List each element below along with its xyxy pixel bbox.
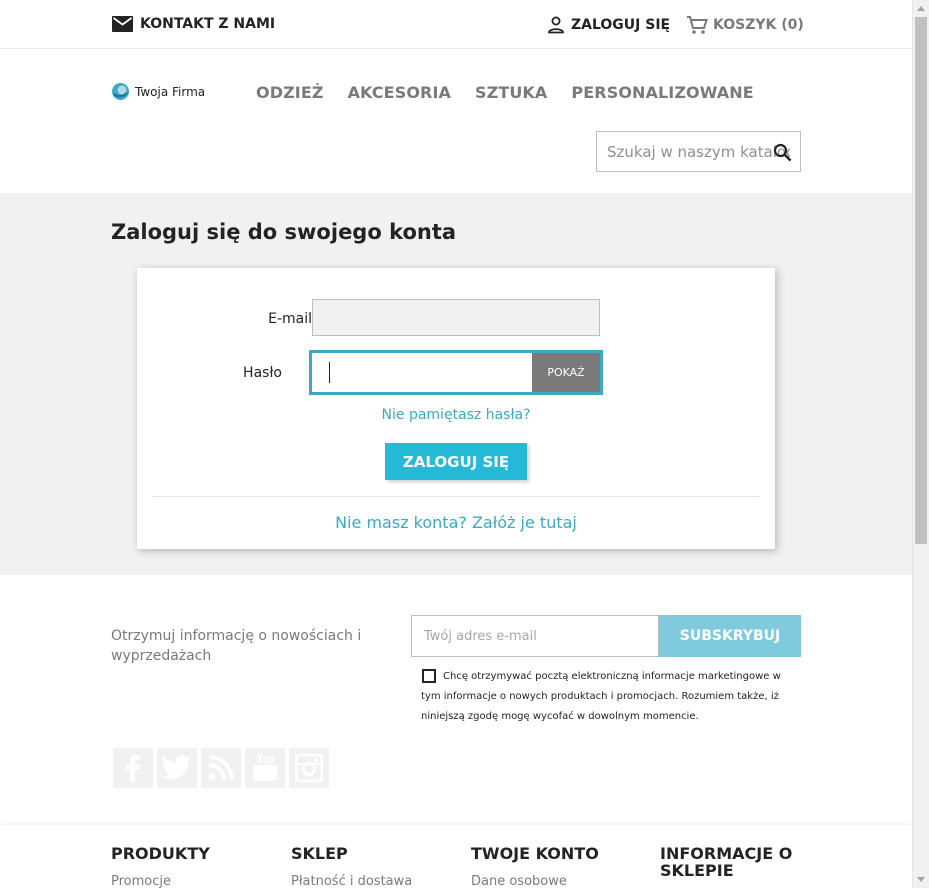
cart-link[interactable]: KOSZYK (0) <box>686 15 804 35</box>
footer-heading-products: PRODUKTY <box>111 844 210 863</box>
scroll-up-arrow-icon[interactable] <box>917 6 925 11</box>
footer: PRODUKTY Promocje SKLEP Płatność i dosta… <box>0 825 912 888</box>
password-field[interactable] <box>312 353 532 392</box>
logo-icon <box>112 83 129 100</box>
footer-column-account: TWOJE KONTO Dane osobowe <box>471 845 599 888</box>
social-links <box>113 748 333 788</box>
footer-heading-account: TWOJE KONTO <box>471 844 599 863</box>
cart-icon <box>687 16 708 34</box>
footer-link-personal-data[interactable]: Dane osobowe <box>471 874 599 888</box>
page-title: Zaloguj się do swojego konta <box>111 220 457 244</box>
nav-item-odziez[interactable]: ODZIEŻ <box>256 83 324 102</box>
mail-icon <box>112 16 133 32</box>
password-label: Hasło <box>243 365 282 381</box>
contact-label: KONTAKT Z NAMI <box>140 16 276 32</box>
show-password-button[interactable]: POKAŻ <box>532 353 600 392</box>
twitter-icon[interactable] <box>157 748 197 788</box>
nav-item-akcesoria[interactable]: AKCESORIA <box>348 83 451 102</box>
form-divider <box>153 496 759 497</box>
instagram-icon[interactable] <box>289 748 329 788</box>
user-icon <box>548 16 564 34</box>
login-link-label: ZALOGUJ SIĘ <box>571 17 671 33</box>
nav-item-personalizowane[interactable]: PERSONALIZOWANE <box>571 83 753 102</box>
login-submit-button[interactable]: ZALOGUJ SIĘ <box>385 443 527 480</box>
footer-link-promocje[interactable]: Promocje <box>111 874 210 888</box>
footer-heading-shop: SKLEP <box>291 844 348 863</box>
cart-label: KOSZYK (0) <box>713 17 804 33</box>
password-field-group: POKAŻ <box>309 350 603 395</box>
login-link[interactable]: ZALOGUJ SIĘ <box>546 15 670 35</box>
footer-link-payment[interactable]: Płatność i dostawa <box>291 874 412 888</box>
scroll-thumb[interactable] <box>915 17 927 544</box>
top-bar: KONTAKT Z NAMI ZALOGUJ SIĘ KOSZYK (0) <box>0 0 912 49</box>
forgot-password-link[interactable]: Nie pamiętasz hasła? <box>137 407 775 423</box>
main-content: Zaloguj się do swojego konta E-mail Hasł… <box>0 193 912 575</box>
newsletter-email-input[interactable] <box>412 616 658 656</box>
footer-heading-store-info: INFORMACJE O SKLEPIE <box>660 844 793 880</box>
newsletter-text: Otrzymuj informację o nowościach i wyprz… <box>111 628 362 664</box>
search-input[interactable] <box>597 132 800 171</box>
subscribe-button[interactable]: SUBSKRYBUJ <box>659 615 801 657</box>
search-box <box>596 131 801 172</box>
text-caret <box>329 362 330 383</box>
logo[interactable]: Twoja Firma <box>111 82 205 101</box>
main-nav: ODZIEŻ AKCESORIA SZTUKA PERSONALIZOWANE <box>256 83 778 102</box>
footer-column-products: PRODUKTY Promocje <box>111 845 210 888</box>
register-link[interactable]: Nie masz konta? Załóż je tutaj <box>137 513 775 532</box>
consent-text: Chcę otrzymywać pocztą elektroniczną inf… <box>421 671 781 722</box>
nav-item-sztuka[interactable]: SZTUKA <box>475 83 547 102</box>
header: Twoja Firma ODZIEŻ AKCESORIA SZTUKA PERS… <box>0 49 912 193</box>
contact-link[interactable]: KONTAKT Z NAMI <box>112 16 275 32</box>
logo-text: Twoja Firma <box>135 84 206 99</box>
newsletter-email-box <box>411 615 659 657</box>
rss-icon[interactable] <box>201 748 241 788</box>
email-field[interactable] <box>312 299 600 336</box>
login-form: E-mail Hasło POKAŻ Nie pamiętasz hasła? … <box>137 268 775 549</box>
facebook-icon[interactable] <box>113 748 153 788</box>
search-icon[interactable] <box>773 143 792 162</box>
vertical-scrollbar[interactable] <box>912 0 929 888</box>
footer-column-store-info: INFORMACJE O SKLEPIE <box>660 845 800 879</box>
scroll-down-arrow-icon[interactable] <box>917 877 925 882</box>
email-label: E-mail <box>268 311 312 327</box>
youtube-icon[interactable] <box>245 748 285 788</box>
footer-column-shop: SKLEP Płatność i dostawa <box>291 845 412 888</box>
